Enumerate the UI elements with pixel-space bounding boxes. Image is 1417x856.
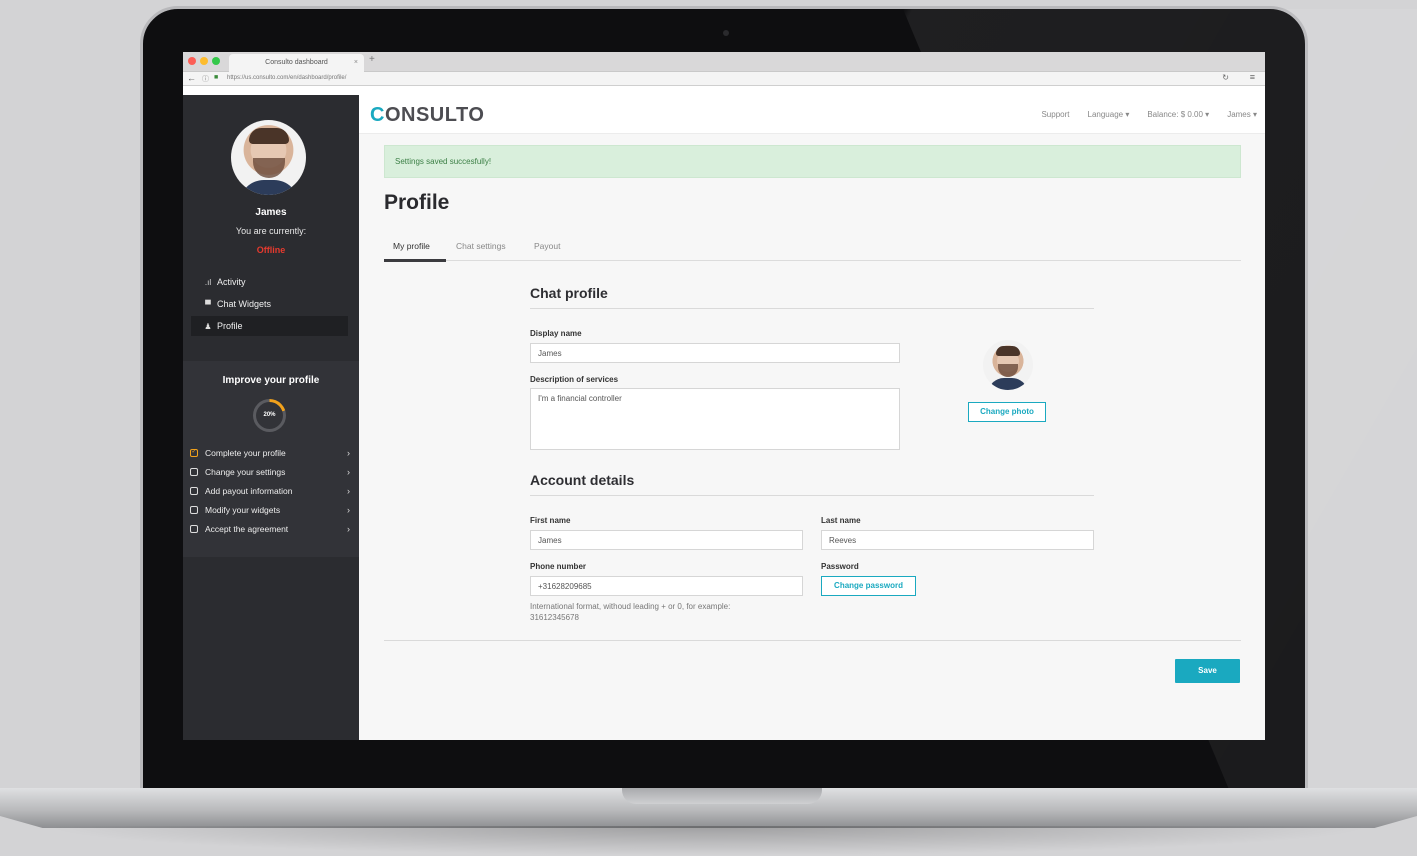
form-divider [384,640,1241,641]
account-details-heading: Account details [530,472,635,488]
task-label: Change your settings [205,466,286,477]
webcam [723,30,729,36]
last-name-field[interactable] [821,530,1094,550]
change-photo-button[interactable]: Change photo [968,402,1046,422]
balance-dropdown[interactable]: Balance: $ 0.00 ▾ [1147,110,1209,119]
tab-my-profile[interactable]: My profile [393,241,430,251]
profile-progress-ring: 20% [253,399,286,432]
browser-tab[interactable]: Consulto dashboard × [229,54,364,72]
screen: Consulto dashboard × + ← ⓘ ■ https://us.… [183,52,1265,740]
task-label: Accept the agreement [205,523,289,534]
display-name-field[interactable] [530,343,900,363]
profile-tabs: My profile Chat settings Payout [384,231,1241,262]
phone-number-label: Phone number [530,562,587,571]
task-label: Add payout information [205,485,293,496]
reload-icon[interactable]: ↻ [1222,73,1229,82]
laptop-notch [622,788,822,804]
language-dropdown[interactable]: Language ▾ [1088,110,1130,119]
password-label: Password [821,562,859,571]
checkbox-empty-icon [190,524,198,533]
sidebar: James You are currently: Offline .ıl Act… [183,95,359,740]
back-arrow-icon[interactable]: ← [187,73,196,83]
user-icon: ♟ [204,321,212,331]
user-menu-dropdown[interactable]: James ▾ [1227,110,1257,119]
first-name-label: First name [530,516,571,525]
chevron-right-icon: › [347,485,350,496]
close-tab-icon[interactable]: × [354,54,358,71]
top-navbar: CONSULTO Support Language ▾ Balance: $ 0… [359,95,1265,134]
task-change-settings[interactable]: Change your settings › [190,462,352,481]
phone-number-field[interactable] [530,576,803,596]
user-name: James [255,207,287,218]
checkbox-empty-icon [190,486,198,495]
address-bar: ← ⓘ ■ https://us.consulto.com/en/dashboa… [183,72,1265,86]
avatar [231,120,306,195]
sidebar-item-label: Profile [217,321,243,331]
chevron-right-icon: › [347,523,350,534]
description-textarea[interactable]: I'm a financial controller [530,388,900,450]
checkbox-checked-icon: ✓ [190,448,198,457]
improve-profile-title: Improve your profile [222,375,320,386]
task-list: ✓ Complete your profile › Change your se… [190,443,352,538]
main-content: CONSULTO Support Language ▾ Balance: $ 0… [359,95,1265,740]
chat-bubble-icon: ▀ [205,299,211,309]
chevron-right-icon: › [347,447,350,458]
top-nav-links: Support Language ▾ Balance: $ 0.00 ▾ Jam… [1041,110,1257,119]
display-name-label: Display name [530,329,582,338]
chat-profile-heading: Chat profile [530,285,608,301]
task-complete-profile[interactable]: ✓ Complete your profile › [190,443,352,462]
new-tab-button[interactable]: + [369,54,375,65]
sidebar-nav: .ıl Activity ▀ Chat Widgets ♟ Profile [191,272,348,338]
last-name-label: Last name [821,516,861,525]
browser-tabbar: Consulto dashboard × + [183,52,1265,72]
tab-payout[interactable]: Payout [534,241,560,251]
laptop-shadow [40,826,1377,856]
status-label: You are currently: [235,226,307,236]
profile-photo [983,340,1033,390]
active-tab-indicator [384,259,446,262]
save-button[interactable]: Save [1175,659,1240,683]
minimize-window-button[interactable] [200,57,208,65]
chevron-right-icon: › [347,466,350,477]
info-icon[interactable]: ⓘ [202,74,209,84]
sidebar-item-label: Chat Widgets [217,299,272,309]
status-offline-toggle[interactable]: Offline [183,245,359,255]
task-accept-agreement[interactable]: Accept the agreement › [190,519,352,538]
chevron-right-icon: › [347,504,350,515]
tab-chat-settings[interactable]: Chat settings [456,241,506,251]
browser-tab-title: Consulto dashboard [265,59,328,66]
progress-label: 20% [256,402,283,429]
checkbox-empty-icon [190,505,198,514]
sidebar-item-activity[interactable]: .ıl Activity [191,272,348,292]
sidebar-item-chat-widgets[interactable]: ▀ Chat Widgets [191,294,348,314]
task-modify-widgets[interactable]: Modify your widgets › [190,500,352,519]
task-label: Modify your widgets [205,504,281,515]
page-title: Profile [384,191,450,214]
improve-profile-panel: Improve your profile 20% ✓ Complete your… [183,361,359,557]
change-password-button[interactable]: Change password [821,576,916,596]
consulto-logo[interactable]: CONSULTO [370,104,484,127]
hamburger-menu-icon[interactable]: ≡ [1250,72,1255,82]
url-field[interactable]: https://us.consulto.com/en/dashboard/pro… [227,75,346,81]
task-label: Complete your profile [205,447,286,458]
description-label: Description of services [530,375,619,384]
lock-icon: ■ [214,74,219,81]
close-window-button[interactable] [188,57,196,65]
task-add-payout[interactable]: Add payout information › [190,481,352,500]
sidebar-item-label: Activity [217,277,246,287]
phone-format-hint: International format, withoud leading + … [530,602,731,622]
section-divider [530,495,1094,496]
bar-chart-icon: .ıl [204,277,212,287]
success-alert: Settings saved succesfully! [384,145,1241,178]
section-divider [530,308,1094,309]
first-name-field[interactable] [530,530,803,550]
sidebar-item-profile[interactable]: ♟ Profile [191,316,348,336]
maximize-window-button[interactable] [212,57,220,65]
window-controls [188,57,220,65]
support-link[interactable]: Support [1041,110,1069,119]
checkbox-empty-icon [190,467,198,476]
